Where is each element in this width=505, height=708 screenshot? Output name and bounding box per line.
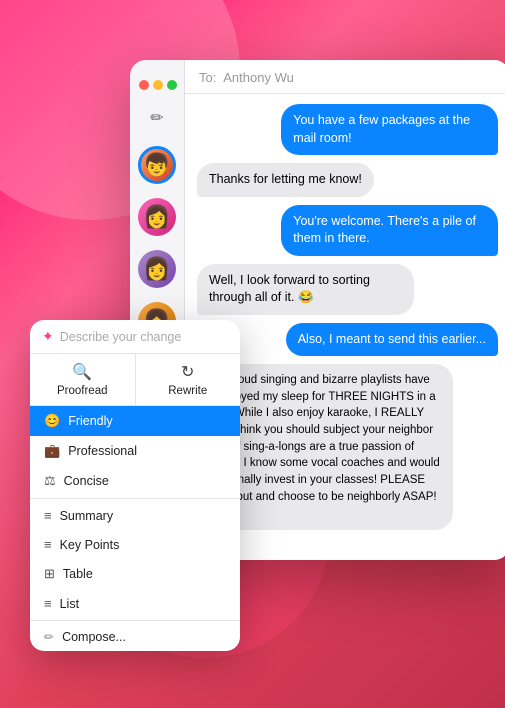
proofread-button[interactable]: 🔍 Proofread (30, 354, 136, 405)
proofread-icon: 🔍 (72, 362, 92, 382)
bubble-4: Well, I look forward to sorting through … (197, 264, 414, 315)
summary-label: Summary (60, 509, 113, 523)
recipient-name: Anthony Wu (223, 70, 294, 85)
menu-divider (30, 498, 240, 499)
concise-label: Concise (64, 474, 109, 488)
minimize-button[interactable] (153, 80, 163, 90)
keypoints-label: Key Points (60, 538, 120, 552)
rewrite-icon: ↻ (181, 362, 194, 382)
close-button[interactable] (139, 80, 149, 90)
friendly-label: Friendly (68, 414, 112, 428)
traffic-lights (137, 80, 177, 90)
summary-icon: ≡ (44, 508, 52, 523)
chat-header: To: Anthony Wu (185, 60, 505, 94)
bubble-1: You have a few packages at the mail room… (281, 104, 498, 155)
avatar-3[interactable]: 👩 (138, 250, 176, 288)
avatar-1[interactable]: 👦 (138, 146, 176, 184)
menu-item-table[interactable]: ⊞ Table (30, 559, 240, 589)
ai-search-bar: ✦ Describe your change (30, 320, 240, 354)
ai-actions: 🔍 Proofread ↻ Rewrite (30, 354, 240, 406)
table-icon: ⊞ (44, 566, 55, 582)
compose-divider (30, 620, 240, 621)
compose-item[interactable]: ✏ Compose... (30, 623, 240, 651)
bubble-2: Thanks for letting me know! (197, 163, 374, 197)
bubble-5: Also, I meant to send this earlier... (286, 323, 498, 357)
bubble-3: You're welcome. There's a pile of them i… (281, 205, 498, 256)
menu-item-friendly[interactable]: 😊 Friendly (30, 406, 240, 436)
menu-item-keypoints[interactable]: ≡ Key Points (30, 530, 240, 559)
professional-icon: 💼 (44, 443, 60, 459)
rewrite-button[interactable]: ↻ Rewrite (136, 354, 241, 405)
menu-item-concise[interactable]: ⚖ Concise (30, 466, 240, 496)
ai-popup: ✦ Describe your change 🔍 Proofread ↻ Rew… (30, 320, 240, 651)
compose-icon[interactable]: ✏ (150, 108, 163, 128)
keypoints-icon: ≡ (44, 537, 52, 552)
compose-label: Compose... (62, 630, 126, 644)
list-icon: ≡ (44, 596, 52, 611)
concise-icon: ⚖ (44, 473, 56, 489)
recipient-label: To: (199, 70, 216, 85)
sparkle-icon: ✦ (42, 328, 54, 345)
menu-item-summary[interactable]: ≡ Summary (30, 501, 240, 530)
professional-label: Professional (68, 444, 137, 458)
maximize-button[interactable] (167, 80, 177, 90)
menu-item-list[interactable]: ≡ List (30, 589, 240, 618)
rewrite-label: Rewrite (168, 385, 207, 397)
menu-item-professional[interactable]: 💼 Professional (30, 436, 240, 466)
list-label: List (60, 597, 79, 611)
ai-search-placeholder[interactable]: Describe your change (60, 330, 228, 344)
table-label: Table (63, 567, 93, 581)
avatar-2[interactable]: 👩 (138, 198, 176, 236)
friendly-icon: 😊 (44, 413, 60, 429)
compose-icon-item: ✏ (44, 630, 54, 644)
proofread-label: Proofread (57, 385, 108, 397)
